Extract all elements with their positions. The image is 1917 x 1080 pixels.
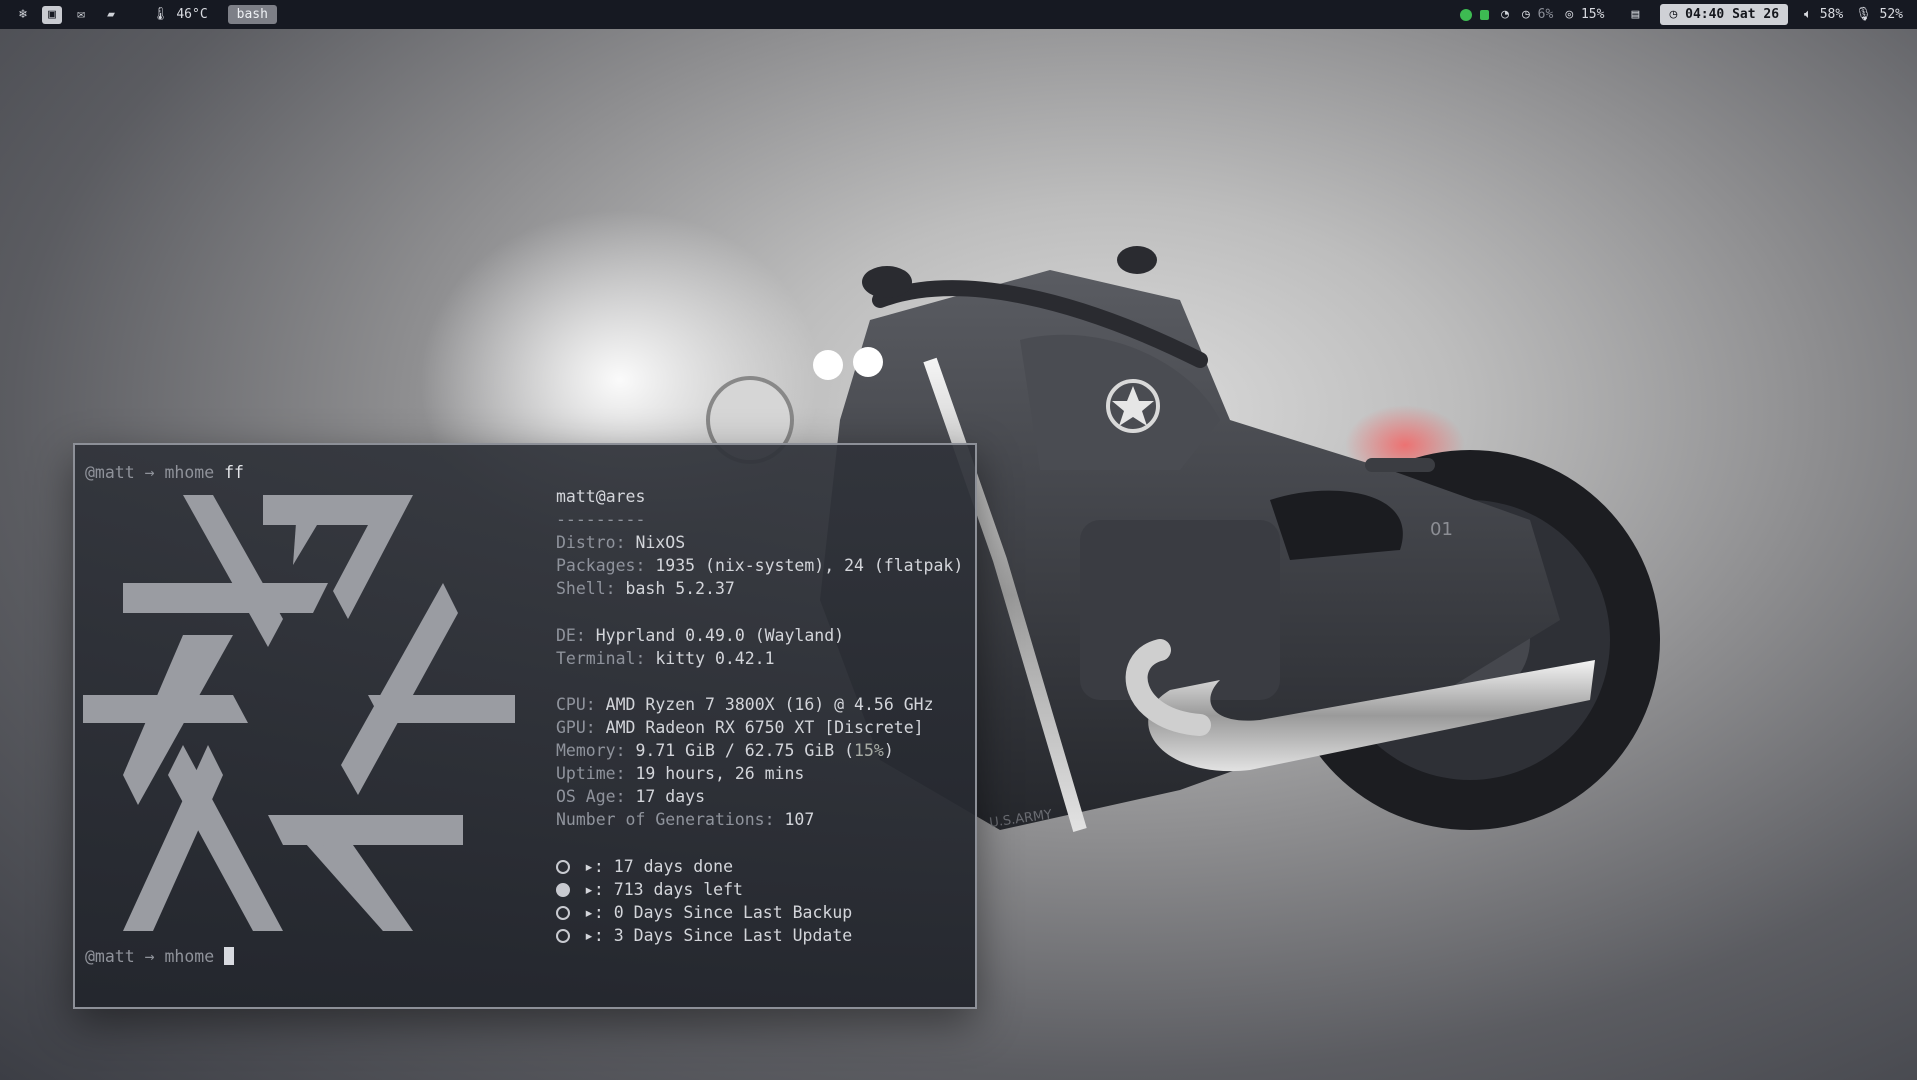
clock-value: 04:40 Sat 26 [1685, 7, 1780, 22]
volume-value: 58% [1819, 7, 1844, 22]
top-bar-right: ◔ ◷ 6% ◎ 15% ▤ ◷ 04:40 Sat 26 🔈︎ 58% 🎙︎ … [1457, 0, 1909, 29]
thermometer-icon: 🌡︎ [152, 7, 169, 22]
blank-row [556, 600, 963, 623]
top-bar-left: ❄ ▣ ✉ ▰ 🌡︎ 46°C bash [8, 0, 277, 29]
terminal-window[interactable]: @matt → mhome ff matt@ares --------- Dis… [73, 443, 977, 1009]
cpu-row: CPU: AMD Ryzen 7 3800X (16) @ 4.56 GHz [556, 694, 934, 714]
custom-row-2: ▸: 713 days left [556, 878, 963, 901]
clock-icon [556, 859, 570, 874]
de-row: DE: Hyprland 0.49.0 (Wayland) [556, 625, 845, 645]
memory-icon: ◎ [1565, 7, 1574, 22]
memory-row: Memory: 9.71 GiB / 62.75 GiB (15%) [556, 741, 894, 761]
prompt-text: @matt → mhome [85, 947, 215, 966]
blank-row [556, 831, 963, 854]
prompt-line-2[interactable]: @matt → mhome [85, 945, 235, 968]
fetch-info: matt@ares --------- Distro: NixOS Packag… [556, 485, 963, 947]
prompt-text: @matt → mhome [85, 463, 215, 482]
top-bar: ❄ ▣ ✉ ▰ 🌡︎ 46°C bash ◔ ◷ 6% ◎ 15% ▤ ◷ 04… [0, 0, 1917, 29]
generations-row: Number of Generations: 107 [556, 810, 815, 830]
separator: --------- [556, 510, 646, 530]
backup-icon [556, 905, 570, 920]
terminal-row: Terminal: kitty 0.42.1 [556, 648, 775, 668]
temperature-widget[interactable]: 🌡︎ 46°C [152, 7, 208, 22]
microphone-widget[interactable]: 🎙︎ 52% [1855, 7, 1903, 22]
status-ok-icon[interactable] [1460, 8, 1473, 21]
update-icon [556, 928, 570, 943]
os-age-row: OS Age: 17 days [556, 787, 706, 807]
terminal-icon[interactable]: ▣ [42, 5, 62, 24]
microphone-icon: 🎙︎ [1855, 7, 1872, 22]
text-cursor [224, 947, 235, 965]
custom-row-1: ▸: 17 days done [556, 855, 963, 878]
packages-row: Packages: 1935 (nix-system), 24 (flatpak… [556, 556, 964, 576]
minus-circle-icon [556, 882, 570, 897]
active-window-tag[interactable]: bash [227, 5, 277, 24]
memory-value: 15% [1580, 7, 1605, 22]
cpu-icon: ◷ [1522, 7, 1530, 22]
nixos-logo [83, 495, 515, 931]
memory-widget[interactable]: ◎ 15% [1565, 7, 1604, 22]
gpu-row: GPU: AMD Radeon RX 6750 XT [Discrete] [556, 717, 924, 737]
custom-row-3: ▸: 0 Days Since Last Backup [556, 901, 963, 924]
cpu-widget[interactable]: ◷ 6% [1522, 7, 1553, 22]
clock-widget[interactable]: ◷ 04:40 Sat 26 [1660, 4, 1789, 25]
custom-row-4: ▸: 3 Days Since Last Update [556, 924, 963, 947]
command-text: ff [214, 463, 244, 482]
calendar-icon[interactable]: ▤ [1624, 5, 1646, 25]
temperature-value: 46°C [176, 7, 208, 22]
folder-icon[interactable]: ▰ [100, 5, 122, 25]
shell-row: Shell: bash 5.2.37 [556, 579, 735, 599]
lock-icon[interactable] [1480, 9, 1490, 20]
microphone-value: 52% [1879, 7, 1903, 22]
user-host: matt@ares [556, 487, 646, 506]
cpu-value: 6% [1537, 7, 1554, 22]
volume-widget[interactable]: 🔈︎ 58% [1804, 7, 1843, 22]
nixos-icon[interactable]: ❄ [12, 5, 34, 25]
uptime-row: Uptime: 19 hours, 26 mins [556, 764, 805, 784]
blank-row [556, 670, 963, 693]
clock-icon: ◷ [1669, 7, 1678, 22]
distro-row: Distro: NixOS [556, 533, 686, 553]
check-circle-icon[interactable]: ◔ [1498, 5, 1512, 25]
prompt-line-1: @matt → mhome ff [85, 461, 244, 484]
speaker-icon: 🔈︎ [1804, 7, 1812, 22]
mail-icon[interactable]: ✉ [70, 5, 92, 25]
svg-text:01: 01 [1430, 519, 1453, 540]
